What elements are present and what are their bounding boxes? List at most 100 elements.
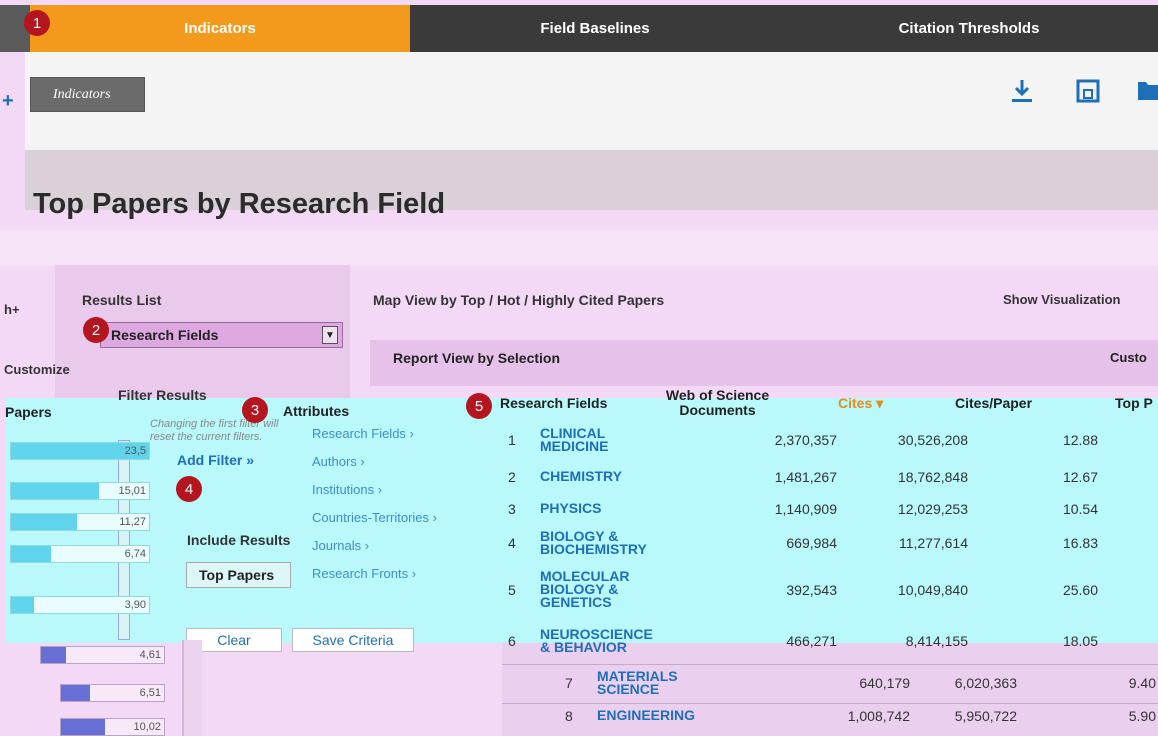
row-research-field-line: BIOCHEMISTRY (540, 541, 647, 557)
step-marker-5: 5 (466, 393, 492, 419)
row-cites: 5,950,722 (954, 707, 1017, 724)
show-visualization-link[interactable]: Show Visualization (1003, 292, 1121, 307)
results-list-label: Results List (82, 292, 162, 308)
row-research-field-line: MEDICINE (540, 438, 609, 454)
papers-bar-value: 3,90 (124, 599, 146, 611)
row-research-field-link[interactable]: BIOLOGY & BIOCHEMISTRY (540, 529, 647, 557)
row-documents: 466,271 (786, 633, 837, 649)
row-rank: 1 (508, 432, 516, 448)
indicators-chip[interactable]: Indicators (30, 77, 145, 112)
top-tab-bar: Indicators Field Baselines Citation Thre… (0, 5, 1158, 52)
row-cites: 8,414,155 (905, 633, 968, 649)
attributes-title: Attributes (283, 403, 350, 419)
attr-research-fronts[interactable]: Research Fronts › (292, 560, 482, 588)
row-cites-per-paper: 16.83 (1062, 535, 1098, 551)
tab-field-baselines[interactable]: Field Baselines (410, 5, 780, 52)
row-separator (502, 664, 1158, 665)
attr-authors[interactable]: Authors › (292, 448, 482, 476)
row-research-field-link[interactable]: NEUROSCIENCE & BEHAVIOR (540, 627, 653, 655)
download-icon[interactable] (1010, 78, 1034, 111)
papers-bar-value: 11,27 (119, 516, 146, 528)
row-documents: 1,481,267 (774, 468, 837, 485)
row-research-field-line: ENGINEERING (597, 707, 696, 723)
customize-right-label[interactable]: Custo (1110, 350, 1147, 365)
papers-bar-value: 10,02 (133, 721, 161, 733)
filter-hint: Changing the first filter will reset the… (150, 418, 279, 443)
row-cites-per-paper: 5.90 (1128, 707, 1156, 724)
row-cites-per-paper: 25.60 (1062, 581, 1098, 598)
row-research-field-line: GENETICS (540, 594, 612, 610)
row-cites: 10,049,840 (897, 581, 968, 598)
attr-research-fields[interactable]: Research Fields › (292, 420, 482, 448)
top-papers-select[interactable]: Top Papers (186, 562, 291, 588)
col-cites-per-paper[interactable]: Cites/Paper (955, 395, 1032, 411)
row-documents: 1,140,909 (774, 500, 837, 517)
row-cites-per-paper: 12.88 (1062, 432, 1098, 448)
tab-indicators[interactable]: Indicators (30, 5, 410, 52)
add-filter-link[interactable]: Add Filter » (177, 452, 254, 468)
print-icon[interactable] (1075, 78, 1101, 111)
row-research-field-line: SCIENCE (597, 681, 660, 697)
col-wos-documents[interactable]: Web of Science Documents (640, 388, 795, 418)
row-research-field-line: CHEMISTRY (540, 468, 622, 484)
row-rank: 8 (565, 707, 573, 724)
row-cites-per-paper: 9.40 (1128, 675, 1156, 691)
papers-bar-value: 6,51 (139, 687, 161, 699)
papers-bar-value: 4,61 (139, 649, 161, 661)
attr-journals[interactable]: Journals › (292, 532, 482, 560)
header-band (25, 52, 1158, 152)
row-rank: 7 (565, 675, 573, 691)
row-research-field-line: & BEHAVIOR (540, 639, 627, 655)
row-documents: 640,179 (859, 675, 910, 691)
row-documents: 1,008,742 (847, 707, 910, 724)
side-strip (182, 640, 202, 736)
tab-citation-thresholds[interactable]: Citation Thresholds (780, 5, 1158, 52)
step-marker-1: 1 (24, 10, 50, 36)
row-research-field-link[interactable]: MATERIALS SCIENCE (597, 669, 678, 697)
chevron-down-icon[interactable]: ▼ (322, 326, 338, 344)
save-criteria-button[interactable]: Save Criteria (292, 628, 414, 652)
customize-label[interactable]: Customize (4, 362, 70, 377)
page-title: Top Papers by Research Field (33, 188, 446, 220)
row-research-field-link[interactable]: PHYSICS (540, 500, 602, 516)
map-view-label[interactable]: Map View by Top / Hot / Highly Cited Pap… (373, 292, 664, 308)
papers-bar-fill (11, 597, 35, 613)
row-research-field-link[interactable]: ENGINEERING (597, 707, 696, 723)
papers-bar-value: 23,5 (124, 445, 146, 457)
papers-bar-value: 6,74 (124, 548, 146, 560)
col-top-papers[interactable]: Top P (1115, 395, 1153, 411)
results-list-select[interactable]: Research Fields ▼ (100, 322, 343, 348)
papers-column-header: Papers (5, 404, 52, 420)
row-research-field-link[interactable]: CLINICAL MEDICINE (540, 426, 609, 454)
row-rank: 4 (508, 535, 516, 551)
row-cites: 18,762,848 (897, 468, 968, 485)
include-results-label: Include Results (187, 532, 291, 548)
row-research-field-line: PHYSICS (540, 500, 602, 516)
row-documents: 392,543 (786, 581, 837, 598)
papers-bar-fill (11, 483, 100, 499)
papers-bar: 6,74 (10, 545, 150, 563)
row-research-field-link[interactable]: MOLECULAR BIOLOGY & GENETICS (540, 569, 629, 610)
row-rank: 5 (508, 581, 516, 598)
col-cites[interactable]: Cites ▾ (838, 395, 883, 412)
folder-icon[interactable] (1136, 78, 1158, 109)
row-cites-per-paper: 18.05 (1062, 633, 1098, 649)
report-view-label: Report View by Selection (393, 350, 561, 366)
papers-bar-fill (61, 685, 90, 701)
step-marker-2: 2 (83, 317, 109, 343)
attr-countries[interactable]: Countries-Territories › (292, 504, 482, 532)
col-research-fields[interactable]: Research Fields (500, 395, 607, 411)
papers-bar: 15,01 (10, 482, 150, 500)
row-cites: 30,526,208 (897, 432, 968, 448)
row-research-field-link[interactable]: CHEMISTRY (540, 468, 622, 484)
row-separator (502, 703, 1158, 704)
row-cites: 11,277,614 (898, 535, 968, 551)
step-marker-3: 3 (242, 397, 268, 423)
papers-bar-value: 15,01 (118, 485, 146, 497)
row-rank: 2 (508, 468, 516, 485)
attr-institutions[interactable]: Institutions › (292, 476, 482, 504)
row-cites-per-paper: 12.67 (1062, 468, 1098, 485)
papers-bar: 11,27 (10, 513, 150, 531)
papers-bar-fill (61, 719, 106, 735)
expand-plus-icon[interactable]: + (2, 90, 20, 114)
